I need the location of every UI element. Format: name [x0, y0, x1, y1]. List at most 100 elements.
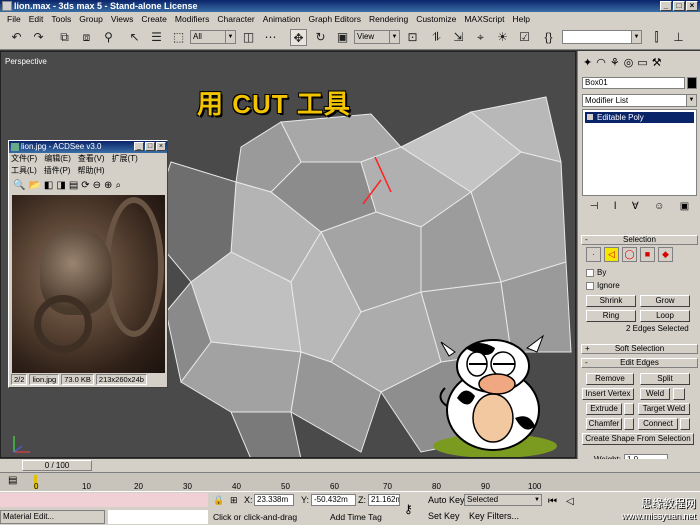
target-weld-button[interactable]: Target Weld	[638, 403, 690, 415]
key-icon[interactable]: ⚷	[404, 502, 413, 516]
remove-button[interactable]: Remove	[586, 373, 634, 385]
weld-button[interactable]: Weld	[640, 388, 670, 400]
acdsee-window[interactable]: lion.jpg - ACDSee v3.0 _ □ × 文件(F) 编辑(E)…	[8, 140, 168, 388]
menu-character[interactable]: Character	[213, 14, 258, 24]
mirror-icon[interactable]: ⥮	[428, 29, 445, 46]
chamfer-settings-button[interactable]	[624, 418, 634, 430]
menu-group[interactable]: Group	[75, 14, 107, 24]
menu-create[interactable]: Create	[137, 14, 171, 24]
selection-filter-dropdown[interactable]: All ▼	[190, 30, 236, 44]
menu-file[interactable]: File	[3, 14, 25, 24]
loop-button[interactable]: Loop	[640, 310, 690, 322]
place-highlight-icon[interactable]: ☀	[494, 29, 511, 46]
hierarchy-tab-icon[interactable]: ⚘	[610, 56, 620, 69]
align-view-icon[interactable]: ☑	[516, 29, 533, 46]
menu-help[interactable]: Help	[509, 14, 534, 24]
insert-vertex-button[interactable]: Insert Vertex	[582, 388, 634, 400]
shrink-button[interactable]: Shrink	[586, 295, 636, 307]
region-select-icon[interactable]: ⬚	[170, 29, 187, 46]
extrude-button[interactable]: Extrude	[586, 403, 622, 415]
edit-edges-rollout-header[interactable]: - Edit Edges	[581, 358, 698, 368]
element-level-icon[interactable]: ◆	[658, 247, 673, 262]
open-folder-icon[interactable]: 📂	[28, 180, 40, 191]
menu-views[interactable]: Views	[107, 14, 138, 24]
maxscript-listener[interactable]	[0, 493, 208, 507]
acdsee-minimize-button[interactable]: _	[134, 142, 144, 151]
z-coord-field[interactable]: 21.162m	[368, 494, 400, 506]
select-window-crossing-icon[interactable]: ◫	[240, 29, 257, 46]
minimize-button[interactable]: _	[660, 1, 672, 11]
normal-align-icon[interactable]: ⌖	[472, 29, 489, 46]
fit-icon[interactable]: ▤	[69, 180, 78, 191]
connect-settings-button[interactable]	[680, 418, 690, 430]
grow-button[interactable]: Grow	[640, 295, 690, 307]
polygon-level-icon[interactable]: ■	[640, 247, 655, 262]
bind-space-warp-icon[interactable]: ⚲	[100, 29, 117, 46]
weld-settings-button[interactable]	[673, 388, 685, 400]
prev-icon[interactable]: ◧	[44, 180, 53, 191]
acdsee-menu-help[interactable]: 帮助(H)	[77, 165, 104, 177]
select-and-scale-icon[interactable]: ▣	[334, 29, 351, 46]
x-coord-field[interactable]: 23.338m	[254, 494, 294, 506]
acdsee-menu-plugins[interactable]: 插件(P)	[44, 165, 71, 177]
go-to-start-icon[interactable]: ⏮	[548, 496, 557, 507]
vertex-level-icon[interactable]: ·	[586, 247, 601, 262]
split-button[interactable]: Split	[640, 373, 690, 385]
unlink-icon[interactable]: ⧈	[78, 29, 95, 46]
named-selection-icon[interactable]: {}	[540, 29, 557, 46]
make-unique-icon[interactable]: ∀	[632, 199, 639, 215]
edge-level-icon[interactable]: ◁	[604, 247, 619, 262]
acdsee-maximize-button[interactable]: □	[145, 142, 155, 151]
undo-icon[interactable]: ↶	[8, 29, 25, 46]
by-vertex-checkbox[interactable]: By	[586, 268, 606, 277]
absolute-mode-icon[interactable]: ⊞	[230, 495, 238, 506]
reference-coord-dropdown[interactable]: View ▼	[354, 30, 400, 44]
selected-dropdown[interactable]: Selected ▼	[464, 494, 542, 506]
select-and-manipulate-icon[interactable]: ⋯	[262, 29, 279, 46]
track-bar[interactable]: ▤ 0 10 20 30 40 50 60 70 80 90 100	[0, 472, 700, 491]
show-end-result-icon[interactable]: ǀ	[614, 199, 617, 215]
acdsee-menu-file[interactable]: 文件(F)	[11, 153, 37, 165]
select-and-move-icon[interactable]: ✥	[290, 29, 307, 46]
y-coord-field[interactable]: -50.432m	[311, 494, 356, 506]
modifier-list-dropdown[interactable]: Modifier List ▼	[582, 94, 697, 107]
acdsee-menu-tools[interactable]: 工具(L)	[11, 165, 37, 177]
maximize-button[interactable]: □	[673, 1, 685, 11]
select-and-rotate-icon[interactable]: ↻	[312, 29, 329, 46]
zoom-in-icon[interactable]: ⊕	[104, 180, 112, 191]
create-tab-icon[interactable]: ✦	[583, 56, 592, 69]
previous-frame-icon[interactable]: ◁	[566, 496, 574, 507]
create-shape-button[interactable]: Create Shape From Selection	[582, 433, 694, 445]
pivot-center-icon[interactable]: ⊡	[404, 29, 421, 46]
modify-tab-icon[interactable]: ◠	[596, 56, 606, 69]
menu-edit[interactable]: Edit	[25, 14, 48, 24]
remove-modifier-icon[interactable]: ☺	[654, 199, 664, 215]
mirror-tool-icon[interactable]: ⫿	[648, 29, 665, 46]
menu-customize[interactable]: Customize	[412, 14, 460, 24]
stack-item-editable-poly[interactable]: Editable Poly	[585, 112, 694, 123]
utilities-tab-icon[interactable]: ⚒	[652, 56, 662, 69]
set-key-button[interactable]: Set Key	[428, 511, 460, 521]
select-by-name-icon[interactable]: ☰	[148, 29, 165, 46]
app-icon[interactable]	[2, 1, 12, 11]
next-icon[interactable]: ◨	[56, 180, 65, 191]
pin-stack-icon[interactable]: ⊣	[590, 199, 599, 215]
bulb-icon[interactable]	[587, 114, 593, 120]
connect-button[interactable]: Connect	[638, 418, 678, 430]
acdsee-close-button[interactable]: ×	[156, 142, 166, 151]
object-color-swatch[interactable]	[687, 77, 697, 89]
zoom-out-icon[interactable]: ⊖	[93, 180, 101, 191]
motion-tab-icon[interactable]: ◎	[624, 56, 634, 69]
display-tab-icon[interactable]: ▭	[637, 56, 647, 69]
acdsee-title-bar[interactable]: lion.jpg - ACDSee v3.0 _ □ ×	[9, 141, 167, 153]
taskbar-material-editor[interactable]: Material Edit...	[0, 510, 105, 524]
mini-curve-editor-icon[interactable]: ▤	[8, 475, 17, 486]
acdsee-menu-view[interactable]: 查看(V)	[78, 153, 105, 165]
select-link-icon[interactable]: ⧉	[56, 29, 73, 46]
zoom-icon[interactable]: ⌕	[115, 180, 121, 191]
menu-rendering[interactable]: Rendering	[365, 14, 412, 24]
named-selection-sets-dropdown[interactable]: ▼	[562, 30, 642, 44]
soft-selection-rollout-header[interactable]: + Soft Selection	[581, 344, 698, 354]
ignore-backfacing-checkbox[interactable]: Ignore	[586, 281, 620, 290]
menu-graph-editors[interactable]: Graph Editors	[305, 14, 365, 24]
